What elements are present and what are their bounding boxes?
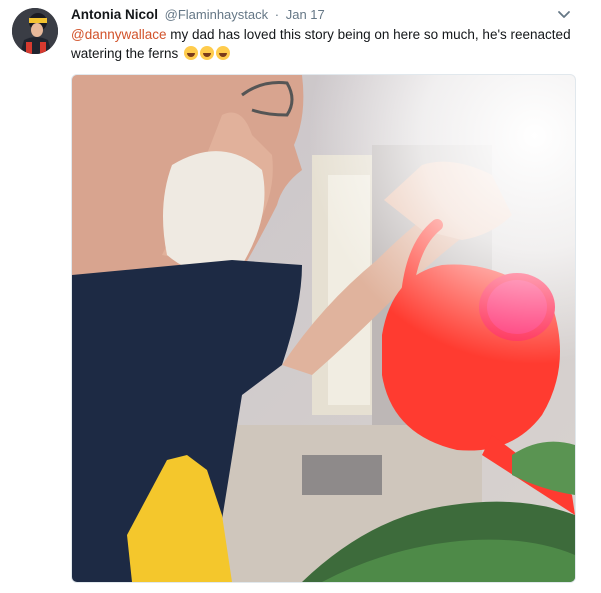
tweet-text: @dannywallace my dad has loved this stor… [71, 25, 571, 63]
tweet: Antonia Nicol @Flaminhaystack · Jan 17 @… [0, 0, 601, 593]
user-handle[interactable]: @Flaminhaystack [165, 7, 269, 22]
photo-image [72, 75, 575, 582]
separator-dot: · [274, 7, 280, 22]
laughing-emoji-icon [216, 46, 231, 60]
laughing-emoji-icon [200, 46, 215, 60]
display-name[interactable]: Antonia Nicol [71, 7, 158, 22]
laughing-emoji-icon [184, 46, 199, 60]
mention-link[interactable]: @dannywallace [71, 27, 167, 42]
tweet-header: Antonia Nicol @Flaminhaystack · Jan 17 [71, 6, 325, 24]
tweet-photo[interactable] [71, 74, 576, 583]
chevron-down-icon[interactable] [556, 6, 572, 22]
timestamp[interactable]: Jan 17 [286, 7, 325, 22]
avatar-image [12, 8, 58, 54]
avatar[interactable] [12, 8, 58, 54]
